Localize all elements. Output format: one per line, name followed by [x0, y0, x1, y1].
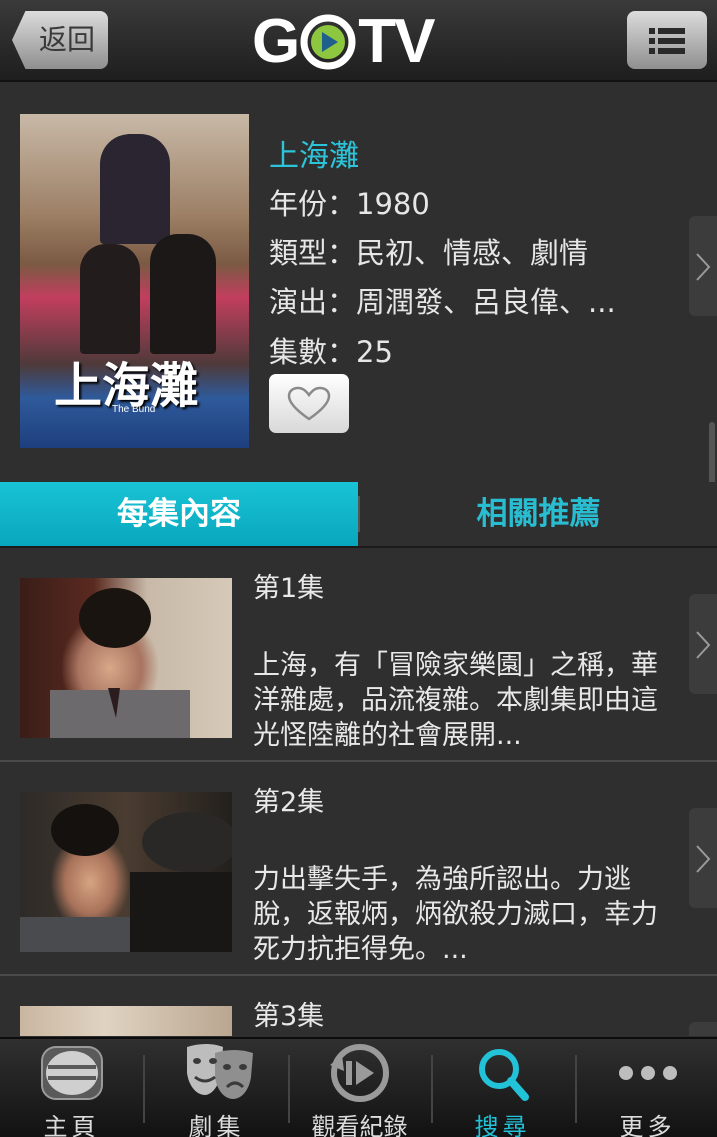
- chevron-right-icon: [696, 845, 711, 873]
- list-item[interactable]: 第2集 力出擊失手，為強所認出。力逃脫，返報炳，炳欲殺力滅口，幸力死力抗拒得免。…: [0, 764, 717, 976]
- nav-drama[interactable]: 劇集: [145, 1039, 288, 1137]
- genre-row: 類型：民初、情感、劇情: [269, 230, 588, 272]
- drama-masks-icon: [187, 1044, 253, 1099]
- show-title: 上海灘: [269, 139, 359, 174]
- list-item[interactable]: 第1集 上海，有「冒險家樂園」之稱，華洋雜處，品流複雜。本劇集即由這光怪陸離的社…: [0, 550, 717, 762]
- tab-bar: 每集內容 相關推薦: [0, 482, 717, 548]
- poster-figure: [150, 234, 216, 354]
- nav-label-search: 搜尋: [474, 1113, 531, 1137]
- logo-letters-tv: TV: [358, 7, 435, 76]
- nav-label-drama: 劇集: [188, 1113, 245, 1137]
- episode-description: 力出擊失手，為強所認出。力逃脫，返報炳，炳欲殺力滅口，幸力死力抗拒得免。...: [253, 864, 658, 965]
- history-icon: [330, 1044, 389, 1102]
- year-value: 1980: [356, 187, 430, 221]
- show-detail-arrow[interactable]: [689, 216, 717, 316]
- episode-title: 第3集: [253, 1001, 325, 1032]
- bottom-nav: 主頁 劇集 觀看紀錄 搜尋 更多: [0, 1037, 717, 1137]
- episode-arrow[interactable]: [689, 594, 717, 694]
- cast-value: 周潤發、呂良偉、...: [356, 285, 616, 319]
- poster-subtitle: The Bund: [112, 404, 156, 415]
- tab-related[interactable]: 相關推薦: [360, 482, 717, 546]
- list-icon: [649, 28, 685, 54]
- year-label: 年份：: [269, 187, 357, 221]
- logo-letter-g: G: [252, 7, 300, 76]
- chevron-right-icon: [696, 253, 711, 281]
- episode-title: 第2集: [253, 787, 325, 818]
- show-poster[interactable]: 上海灘 The Bund: [20, 114, 249, 448]
- nav-more[interactable]: 更多: [576, 1039, 717, 1137]
- search-icon: [479, 1049, 529, 1101]
- gotv-logo: G TV: [252, 7, 466, 76]
- episodes-value: 25: [356, 335, 393, 369]
- episode-figure: [20, 804, 232, 952]
- nav-home[interactable]: 主頁: [0, 1039, 143, 1137]
- home-icon: [41, 1046, 103, 1100]
- episodes-label: 集數：: [269, 335, 357, 369]
- logo-play-icon: [300, 14, 356, 70]
- favorite-button[interactable]: [269, 374, 349, 433]
- back-button[interactable]: 返回: [12, 11, 108, 69]
- poster-figure: [80, 244, 140, 354]
- episode-thumbnail[interactable]: [20, 1006, 232, 1036]
- poster-figure: [100, 134, 170, 244]
- episodes-row: 集數：25: [269, 329, 393, 371]
- episode-thumbnail[interactable]: [20, 792, 232, 952]
- episode-figure: [50, 588, 190, 738]
- menu-button[interactable]: [627, 11, 707, 69]
- show-info: 上海灘 The Bund 上海灘 年份：1980 類型：民初、情感、劇情 演出：…: [0, 84, 717, 492]
- episode-title: 第1集: [253, 573, 325, 604]
- episode-arrow[interactable]: [689, 808, 717, 908]
- episode-thumbnail[interactable]: [20, 578, 232, 738]
- list-item[interactable]: 第3集: [0, 978, 717, 1036]
- nav-label-home: 主頁: [43, 1113, 100, 1137]
- nav-history[interactable]: 觀看紀錄: [288, 1039, 431, 1137]
- more-icon: [619, 1066, 677, 1080]
- nav-label-more: 更多: [619, 1113, 676, 1137]
- episode-arrow[interactable]: [689, 1022, 717, 1036]
- genre-label: 類型：: [269, 236, 357, 270]
- heart-icon: [287, 386, 331, 421]
- top-bar: 返回 G TV: [0, 0, 717, 82]
- episode-description: 上海，有「冒險家樂園」之稱，華洋雜處，品流複雜。本劇集即由這光怪陸離的社會展開.…: [253, 650, 658, 751]
- year-row: 年份：1980: [269, 181, 430, 223]
- episode-list: 第1集 上海，有「冒險家樂園」之稱，華洋雜處，品流複雜。本劇集即由這光怪陸離的社…: [0, 550, 717, 1036]
- cast-row: 演出：周潤發、呂良偉、...: [269, 279, 616, 321]
- nav-search[interactable]: 搜尋: [431, 1039, 574, 1137]
- cast-label: 演出：: [269, 285, 357, 319]
- chevron-right-icon: [696, 631, 711, 659]
- tab-episode-content[interactable]: 每集內容: [0, 482, 358, 546]
- nav-label-history: 觀看紀錄: [311, 1113, 408, 1137]
- genre-value: 民初、情感、劇情: [356, 236, 589, 270]
